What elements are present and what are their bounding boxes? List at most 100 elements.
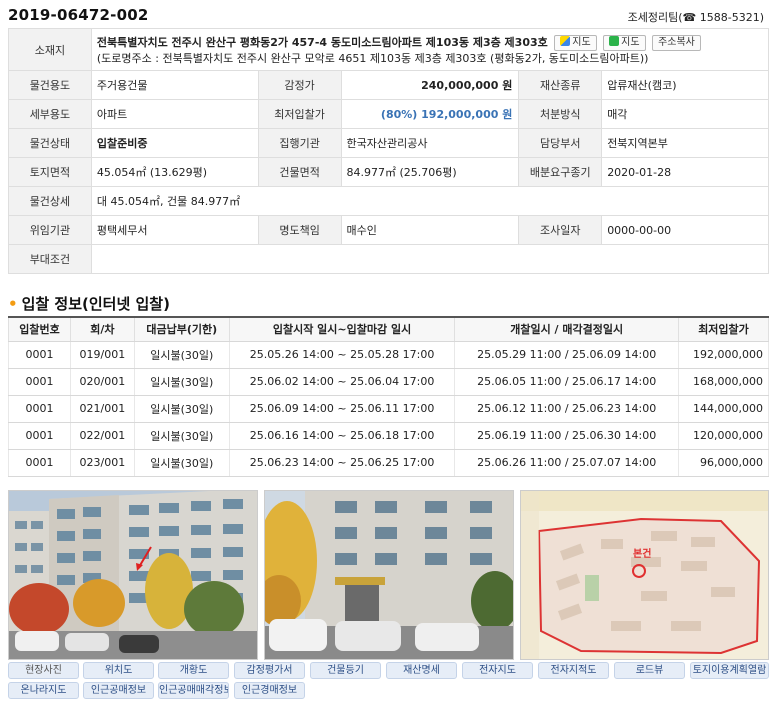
min-price: 192,000,000 [678, 341, 769, 369]
tab-site-photo[interactable]: 현장사진 [8, 662, 79, 679]
table-row: 0001 023/001 일시불(30일) 25.06.23 14:00 ~ 2… [8, 449, 769, 477]
bullet-dot-icon: • [8, 295, 18, 313]
tab-building-registry[interactable]: 건물등기 [310, 662, 381, 679]
tab-property-statement[interactable]: 재산명세 [386, 662, 457, 679]
survey-date-value: 0000-00-00 [601, 215, 769, 245]
tab-appraisal-report[interactable]: 감정평가서 [234, 662, 305, 679]
round: 020/001 [69, 368, 135, 396]
col-payment: 대금납부(기한) [133, 316, 230, 342]
bid-period: 25.06.16 14:00 ~ 25.06.18 17:00 [228, 422, 456, 450]
land-area-value: 45.054㎡ (13.629평) [90, 157, 259, 187]
min-price: 96,000,000 [678, 449, 769, 477]
payment: 일시불(30일) [133, 395, 230, 423]
round: 021/001 [69, 395, 135, 423]
team-contact: 조세정리팀(☎ 1588-5321) [627, 11, 764, 24]
round: 022/001 [69, 422, 135, 450]
naver-map-icon [609, 35, 620, 46]
tab-land-use-plan[interactable]: 토지이용계획열람 [690, 662, 769, 679]
address-row: 소재지 전북특별자치도 전주시 완산구 평화동2가 457-4 동도미소드림아파… [8, 28, 770, 71]
kakao-map-label: 지도 [572, 36, 591, 48]
bid-period: 25.05.26 14:00 ~ 25.05.28 17:00 [228, 341, 456, 369]
tab-nearby-auction-sale-info[interactable]: 인근공매매각정보 [158, 682, 229, 699]
tab-nearby-auction-info[interactable]: 인근공매정보 [83, 682, 154, 699]
bid-section-title: • 입찰 정보(인터넷 입찰) [8, 293, 170, 314]
tab-road-view[interactable]: 로드뷰 [614, 662, 685, 679]
bid-no: 0001 [8, 449, 71, 477]
condition-label: 부대조건 [8, 244, 92, 274]
tab-onnara-map[interactable]: 온나라지도 [8, 682, 79, 699]
department-label: 담당부서 [518, 128, 603, 158]
bid-no: 0001 [8, 422, 71, 450]
tab-e-map[interactable]: 전자지도 [462, 662, 533, 679]
min-price: 168,000,000 [678, 368, 769, 396]
open-date: 25.06.05 11:00 / 25.06.17 14:00 [454, 368, 679, 396]
property-type-label: 재산종류 [518, 70, 603, 100]
payment: 일시불(30일) [133, 341, 230, 369]
eviction-resp-label: 명도책임 [257, 215, 342, 245]
building-area-value: 84.977㎡ (25.706평) [340, 157, 520, 187]
table-row: 0001 020/001 일시불(30일) 25.06.02 14:00 ~ 2… [8, 368, 769, 396]
condition-value [90, 244, 770, 274]
min-bid-label: 최저입찰가 [257, 99, 342, 129]
building-area-label: 건물면적 [257, 157, 342, 187]
min-price: 144,000,000 [678, 395, 769, 423]
bid-period: 25.06.09 14:00 ~ 25.06.11 17:00 [228, 395, 456, 423]
col-open-date: 개찰일시 / 매각결정일시 [454, 316, 679, 342]
kakao-map-button[interactable]: 지도 [554, 34, 597, 51]
detail-value: 대 45.054㎡, 건물 84.977㎡ [90, 186, 770, 216]
info-row: 물건상세 대 45.054㎡, 건물 84.977㎡ [8, 186, 770, 216]
case-number: 2019-06472-002 [8, 6, 149, 24]
col-min-price: 최저입찰가 [678, 316, 769, 342]
tab-overview-map[interactable]: 개황도 [158, 662, 229, 679]
detail-label: 물건상세 [8, 186, 92, 216]
appraisal-value: 240,000,000 원 [340, 70, 520, 100]
col-bid-period: 입찰시작 일시~입찰마감 일시 [228, 316, 456, 342]
tab-nearby-court-auction-info[interactable]: 인근경매정보 [234, 682, 305, 699]
usage-label: 물건용도 [8, 70, 92, 100]
detail-usage-value: 아파트 [90, 99, 259, 129]
payment: 일시불(30일) [133, 449, 230, 477]
bid-no: 0001 [8, 395, 71, 423]
kakao-map-icon [560, 35, 571, 46]
disposal-method-value: 매각 [601, 99, 769, 129]
round: 019/001 [69, 341, 135, 369]
info-row: 위임기관 평택세무서 명도책임 매수인 조사일자 0000-00-00 [8, 215, 769, 245]
delegate-label: 위임기관 [8, 215, 92, 245]
address-cell: 전북특별자치도 전주시 완산구 평화동2가 457-4 동도미소드림아파트 제1… [90, 28, 770, 71]
table-row: 0001 019/001 일시불(30일) 25.05.26 14:00 ~ 2… [8, 341, 769, 369]
copy-address-button[interactable]: 주소복사 [652, 34, 701, 51]
open-date: 25.06.19 11:00 / 25.06.30 14:00 [454, 422, 679, 450]
round: 023/001 [69, 449, 135, 477]
tab-e-cadastral-map[interactable]: 전자지적도 [538, 662, 609, 679]
payment: 일시불(30일) [133, 422, 230, 450]
info-row: 물건용도 주거용건물 감정가 240,000,000 원 재산종류 압류재산(캠… [8, 70, 769, 100]
col-bid-no: 입찰번호 [8, 316, 71, 342]
site-map-image[interactable]: 본건 [520, 490, 769, 660]
detail-usage-label: 세부용도 [8, 99, 92, 129]
property-type-value: 압류재산(캠코) [601, 70, 769, 100]
department-value: 전북지역본부 [601, 128, 769, 158]
usage-value: 주거용건물 [90, 70, 259, 100]
distribution-deadline-label: 배분요구종기 [518, 157, 603, 187]
delegate-value: 평택세무서 [90, 215, 259, 245]
min-bid-value: (80%) 192,000,000 원 [340, 99, 520, 129]
road-address: (도로명주소 : 전북특별자치도 전주시 완산구 모악로 4651 제103동 … [96, 51, 649, 65]
building-photo-2[interactable] [264, 490, 514, 660]
address-main: 전북특별자치도 전주시 완산구 평화동2가 457-4 동도미소드림아파트 제1… [96, 35, 548, 49]
status-label: 물건상태 [8, 128, 92, 158]
tab-location-map[interactable]: 위치도 [83, 662, 154, 679]
bid-table-header: 입찰번호 회/차 대금납부(기한) 입찰시작 일시~입찰마감 일시 개찰일시 /… [8, 316, 769, 342]
naver-map-label: 지도 [621, 36, 640, 48]
naver-map-button[interactable]: 지도 [603, 34, 646, 51]
disposal-method-label: 처분방식 [518, 99, 603, 129]
survey-date-label: 조사일자 [518, 215, 603, 245]
property-info-table: 소재지 전북특별자치도 전주시 완산구 평화동2가 457-4 동도미소드림아파… [8, 28, 770, 274]
map-target-label: 본건 [633, 547, 651, 560]
land-area-label: 토지면적 [8, 157, 92, 187]
appraisal-label: 감정가 [257, 70, 342, 100]
bid-no: 0001 [8, 368, 71, 396]
open-date: 25.05.29 11:00 / 25.06.09 14:00 [454, 341, 679, 369]
agency-label: 집행기관 [257, 128, 342, 158]
open-date: 25.06.12 11:00 / 25.06.23 14:00 [454, 395, 679, 423]
building-photo-1[interactable] [8, 490, 258, 660]
